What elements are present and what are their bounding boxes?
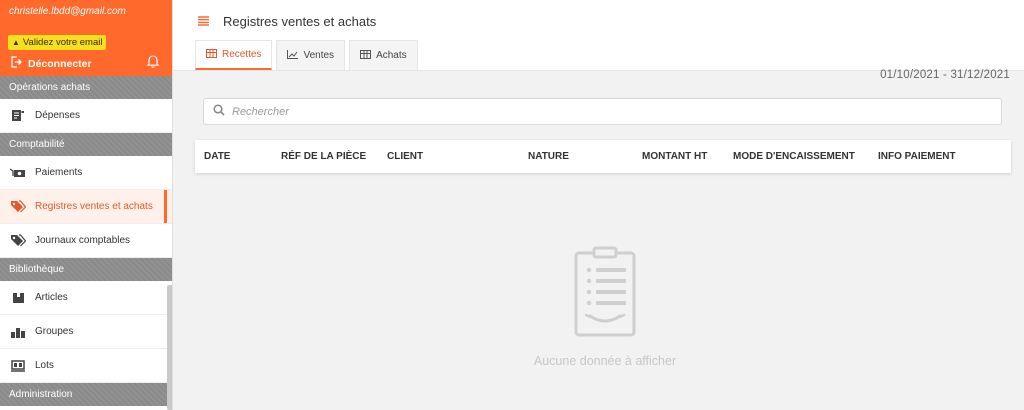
table-icon <box>206 48 217 61</box>
column-date[interactable]: DATE <box>204 151 230 162</box>
menu-icon[interactable] <box>198 16 209 29</box>
sidebar-scrollbar[interactable] <box>167 285 172 410</box>
column-info[interactable]: INFO PAIEMENT <box>878 151 956 162</box>
tab-label: Ventes <box>303 50 335 61</box>
date-range[interactable]: 01/10/2021 - 31/12/2021 <box>880 69 1010 81</box>
section-bibliotheque: Bibliothèque <box>0 258 172 281</box>
sidebar-item-label: Articles <box>35 292 68 303</box>
tab-recettes[interactable]: Recettes <box>195 40 273 70</box>
sidebar-item-paiements[interactable]: Paiements <box>0 156 172 190</box>
sidebar-item-label: Journaux comptables <box>35 235 131 246</box>
sidebar-item-label: Registres ventes et achats <box>35 201 153 212</box>
sidebar-item-label: Dépenses <box>35 110 81 121</box>
account-header: christelle.lbdd@gmail.com ▲ Validez votr… <box>0 0 172 76</box>
table-icon <box>360 49 372 62</box>
sidebar-item-label: Lots <box>35 360 54 371</box>
line-chart-icon <box>287 49 299 62</box>
sidebar-item-registres[interactable]: Registres ventes et achats <box>0 190 172 224</box>
tab-label: Achats <box>376 50 407 61</box>
search-box[interactable] <box>203 98 1002 125</box>
logout-icon <box>10 56 22 71</box>
box-icon <box>10 291 26 305</box>
section-comptabilite: Comptabilité <box>0 133 172 156</box>
top-bar: Registres ventes et achats Recettes Vent… <box>173 0 1024 71</box>
validate-email-badge[interactable]: ▲ Validez votre email <box>8 35 107 50</box>
tags-icon <box>10 234 26 248</box>
sidebar-item-articles[interactable]: Articles <box>0 281 172 315</box>
column-mode[interactable]: MODE D'ENCAISSEMENT <box>733 151 855 162</box>
tab-bar: Recettes Ventes Achats <box>195 40 418 70</box>
validate-email-label: Validez votre email <box>22 37 103 48</box>
page-title: Registres ventes et achats <box>223 14 377 29</box>
section-operations-achats: Opérations achats <box>0 76 172 99</box>
sidebar: christelle.lbdd@gmail.com ▲ Validez votr… <box>0 0 173 410</box>
receipt-icon <box>10 109 26 123</box>
column-montant[interactable]: MONTANT HT <box>642 151 707 162</box>
sidebar-item-journaux[interactable]: Journaux comptables <box>0 224 172 258</box>
clipboard-icon <box>570 246 640 341</box>
sidebar-item-groupes[interactable]: Groupes <box>0 315 172 349</box>
tab-label: Recettes <box>222 49 262 60</box>
pallet-icon <box>10 359 26 373</box>
column-nature[interactable]: NATURE <box>528 151 569 162</box>
tab-ventes[interactable]: Ventes <box>276 40 346 70</box>
tags-icon <box>10 200 26 214</box>
warning-icon: ▲ <box>12 38 20 47</box>
logout-button[interactable]: Déconnecter <box>10 56 92 71</box>
column-ref[interactable]: RÉF DE LA PIÈCE <box>281 151 366 162</box>
logout-label: Déconnecter <box>28 57 92 70</box>
empty-message: Aucune donnée à afficher <box>533 354 677 368</box>
section-administration: Administration <box>0 383 172 406</box>
search-input[interactable] <box>232 105 1001 118</box>
column-client[interactable]: CLIENT <box>387 151 423 162</box>
empty-state <box>520 246 690 341</box>
cash-icon <box>10 166 26 180</box>
bell-icon[interactable] <box>146 54 160 68</box>
sidebar-item-label: Groupes <box>35 326 74 337</box>
table-header: DATE RÉF DE LA PIÈCE CLIENT NATURE MONTA… <box>195 140 1011 173</box>
tab-achats[interactable]: Achats <box>349 40 418 70</box>
sidebar-item-lots[interactable]: Lots <box>0 349 172 383</box>
sidebar-item-label: Paiements <box>35 167 83 178</box>
boxes-icon <box>10 325 26 339</box>
user-email: christelle.lbdd@gmail.com <box>9 6 126 17</box>
sidebar-item-depenses[interactable]: Dépenses <box>0 99 172 133</box>
search-icon <box>213 104 225 119</box>
